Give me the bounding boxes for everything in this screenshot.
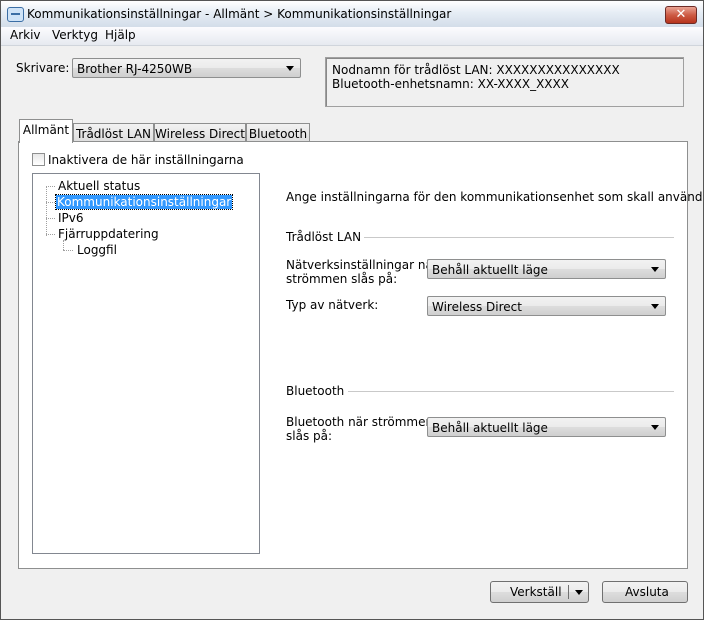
tree-item-remote-update[interactable]: Fjärruppdatering [57,227,160,241]
printer-select-value: Brother RJ-4250WB [77,62,193,76]
wlan-power-on-value: Behåll aktuellt läge [432,263,548,277]
bluetooth-group-divider [348,391,674,392]
tree-item-log-file[interactable]: Loggfil [76,243,118,257]
disable-settings-label[interactable]: Inaktivera de här inställningarna [48,153,244,167]
tab-wireless-lan-label: Trådlöst LAN [75,127,152,141]
tree-item-communication-settings[interactable]: Kommunikationsinställningar [54,194,234,210]
tab-bluetooth-label: Bluetooth [248,127,308,141]
bluetooth-power-on-label-line2: slås på: [286,429,333,443]
device-info-box: Nodnamn för trådlöst LAN: XXXXXXXXXXXXXX… [325,57,684,107]
bluetooth-group-title: Bluetooth [286,384,345,398]
disable-settings-checkbox[interactable] [32,153,45,166]
chevron-down-icon [651,304,659,309]
wlan-group-title: Trådlöst LAN [286,230,362,244]
wlan-node-name: Nodnamn för trådlöst LAN: XXXXXXXXXXXXXX… [332,63,620,77]
close-icon: ✕ [675,7,687,22]
chevron-down-icon [651,267,659,272]
wlan-power-on-label-line2: strömmen slås på: [286,272,398,286]
tab-allmant-label: Allmänt [22,123,70,137]
apply-button-label: Verkställ [510,585,562,599]
title-bar[interactable]: Kommunikationsinställningar - Allmänt > … [1,1,703,27]
chevron-down-icon [286,66,294,71]
wlan-power-on-label-line1: Nätverksinställningar när [286,258,438,272]
bluetooth-power-on-value: Behåll aktuellt läge [432,421,548,435]
tab-allmant[interactable]: Allmänt [19,119,73,143]
menu-bar: Arkiv Verktyg Hjälp [1,27,703,46]
printer-select[interactable]: Brother RJ-4250WB [72,58,301,78]
apply-split-divider [568,585,569,599]
wlan-power-on-select[interactable]: Behåll aktuellt läge [427,259,666,279]
bluetooth-power-on-label-line1: Bluetooth när strömmen [286,415,434,429]
tab-wireless-direct[interactable]: Wireless Direct [154,123,246,143]
tab-wireless-direct-label: Wireless Direct [155,127,245,141]
menu-verktyg[interactable]: Verktyg [52,28,98,42]
chevron-down-icon[interactable] [575,590,583,595]
apply-button[interactable]: Verkställ [490,581,589,603]
tree-item-ipv6[interactable]: IPv6 [57,211,85,225]
menu-arkiv[interactable]: Arkiv [10,28,41,42]
tab-wireless-lan[interactable]: Trådlöst LAN [73,123,154,143]
network-type-value: Wireless Direct [432,300,522,314]
network-type-label: Typ av nätverk: [286,298,379,312]
exit-button-label: Avsluta [625,585,669,599]
menu-hjalp[interactable]: Hjälp [105,28,136,42]
settings-description: Ange inställningarna för den kommunikati… [286,190,704,204]
chevron-down-icon [651,425,659,430]
close-button[interactable]: ✕ [665,6,697,24]
tab-bluetooth[interactable]: Bluetooth [246,123,310,143]
settings-tree: Aktuell status Kommunikationsinställning… [32,173,260,554]
bluetooth-power-on-select[interactable]: Behåll aktuellt läge [427,417,666,437]
printer-label: Skrivare: [16,61,70,75]
settings-window: Kommunikationsinställningar - Allmänt > … [0,0,704,620]
exit-button[interactable]: Avsluta [602,581,688,603]
app-icon [7,7,24,22]
bluetooth-device-name: Bluetooth-enhetsnamn: XX-XXXX_XXXX [332,77,569,91]
network-type-select[interactable]: Wireless Direct [427,296,666,316]
tree-item-current-status[interactable]: Aktuell status [57,179,141,193]
window-title: Kommunikationsinställningar - Allmänt > … [27,7,452,21]
wlan-group-divider [364,237,674,238]
